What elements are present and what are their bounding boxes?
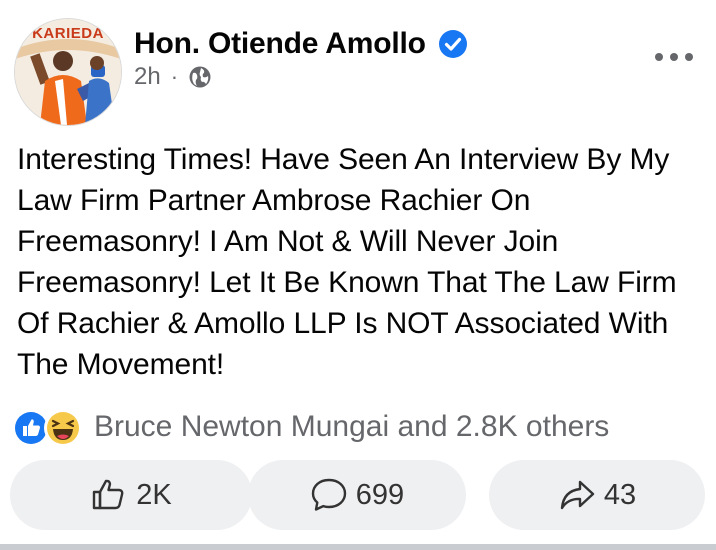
comment-count: 699: [355, 478, 405, 511]
comment-bubble-icon: [311, 478, 346, 511]
reactions-summary[interactable]: Bruce Newton Mungai and 2.8K others: [12, 405, 609, 449]
post-text: Interesting Times! Have Seen An Intervie…: [17, 143, 677, 381]
reactions-summary-text[interactable]: Bruce Newton Mungai and 2.8K others: [94, 410, 609, 444]
author-avatar[interactable]: KARIEDA: [14, 18, 122, 126]
globe-icon[interactable]: [188, 65, 212, 89]
author-row: Hon. Otiende Amollo: [134, 24, 468, 64]
verified-badge-icon: [438, 30, 467, 58]
author-name[interactable]: Hon. Otiende Amollo: [134, 27, 426, 61]
comment-button[interactable]: 699: [248, 460, 466, 530]
feed-separator: [0, 544, 716, 550]
haha-reaction-icon: [44, 409, 82, 447]
more-options-button[interactable]: [652, 42, 696, 72]
avatar-logo-text: KARIEDA: [32, 25, 104, 42]
action-bar: 2K 699 43: [0, 460, 716, 530]
meta-separator: ·: [170, 64, 179, 89]
more-options-icon: [655, 53, 693, 61]
post-time[interactable]: 2h: [134, 63, 161, 91]
share-button[interactable]: 43: [489, 460, 705, 530]
thumbs-up-icon: [93, 479, 124, 510]
post-meta: 2h ·: [134, 62, 212, 92]
reaction-icons: [12, 407, 88, 447]
like-reaction-icon: [15, 412, 47, 444]
share-count: 43: [603, 478, 637, 511]
like-count: 2K: [136, 478, 172, 511]
share-arrow-icon: [560, 480, 595, 510]
like-button[interactable]: 2K: [10, 460, 252, 530]
post-header: KARIEDA Hon. Otiende Amollo 2h ·: [0, 0, 716, 130]
